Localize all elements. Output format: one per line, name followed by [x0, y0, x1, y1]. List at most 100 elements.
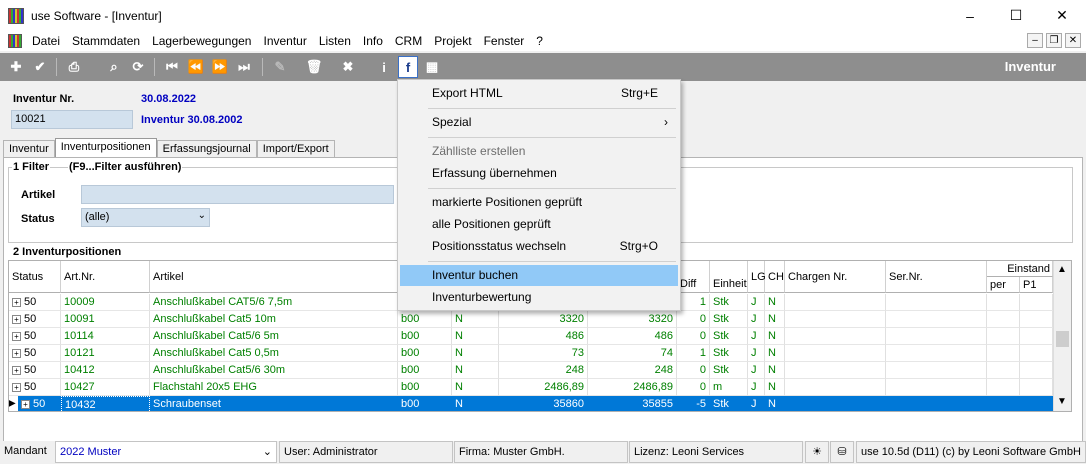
menu-inventur[interactable]: Inventur: [257, 31, 312, 51]
sun-icon[interactable]: ☀: [805, 441, 829, 463]
last-record-icon[interactable]: ⏭: [234, 57, 254, 77]
menu-projekt[interactable]: Projekt: [428, 31, 477, 51]
filter-section-title: 1 Filter: [12, 161, 51, 173]
network-icon[interactable]: ⛁: [830, 441, 854, 463]
edit-icon[interactable]: ✎: [270, 57, 290, 77]
menu-item-positionsstatus[interactable]: Positionsstatus wechseln Strg+O: [400, 236, 678, 257]
menu-item-erfassung-uebernehmen[interactable]: Erfassung übernehmen: [400, 163, 678, 184]
app-icon: [8, 7, 24, 24]
grid-menu-icon[interactable]: ▦: [422, 57, 442, 77]
inventory-number-label: Inventur Nr.: [13, 93, 75, 105]
menu-item-export-html[interactable]: Export HTML Strg+E: [400, 83, 678, 104]
status-label: Status: [21, 213, 55, 225]
table-row[interactable]: +50 10114 Anschlußkabel Cat5/6 5m b00 N …: [9, 328, 1053, 345]
col-artikel[interactable]: Artikel: [150, 261, 398, 293]
prev-record-icon[interactable]: ⏪: [186, 57, 206, 77]
expand-icon[interactable]: +: [12, 365, 21, 375]
mandant-select[interactable]: 2022 Muster ⌄: [55, 441, 277, 463]
col-diff[interactable]: Diff: [677, 261, 710, 293]
functions-icon[interactable]: f: [398, 56, 418, 78]
menu-item-inventurbewertung[interactable]: Inventurbewertung: [400, 287, 678, 308]
status-select-value: (alle): [85, 211, 110, 223]
menu-stammdaten[interactable]: Stammdaten: [66, 31, 146, 51]
menu-datei[interactable]: Datei: [26, 31, 66, 51]
col-status[interactable]: Status: [9, 261, 61, 293]
menu-item-zaehlliste: Zählliste erstellen: [432, 144, 526, 158]
first-record-icon[interactable]: ⏮: [162, 57, 182, 77]
maximize-button[interactable]: ☐: [993, 0, 1039, 31]
toolbar: ✚ ✔ ⎙ ⌕ ⟳ ⏮ ⏪ ⏩ ⏭ ✎ 🗑 ✖ i f ▦ Inventur: [0, 53, 1086, 81]
tab-strip: Inventur Inventurpositionen Erfassungsjo…: [3, 138, 335, 159]
chevron-right-icon: ›: [664, 115, 668, 129]
artikel-input[interactable]: [81, 185, 394, 204]
close-button[interactable]: ✕: [1039, 0, 1085, 31]
next-record-icon[interactable]: ⏩: [210, 57, 230, 77]
menu-info[interactable]: Info: [357, 31, 389, 51]
expand-icon[interactable]: +: [21, 399, 30, 409]
scroll-up-icon[interactable]: ▲: [1057, 264, 1067, 275]
col-einstand[interactable]: Einstand: [987, 261, 1053, 277]
expand-icon[interactable]: +: [12, 297, 21, 307]
menu-bar: Datei Stammdaten Lagerbewegungen Inventu…: [0, 31, 1086, 51]
search-icon[interactable]: ⌕: [104, 57, 124, 77]
scroll-thumb[interactable]: [1056, 331, 1069, 347]
toolbar-title: Inventur: [1004, 59, 1056, 74]
functions-dropdown-menu: Export HTML Strg+E Spezial › Zählliste ers…: [397, 79, 681, 311]
col-p1[interactable]: P1: [1020, 277, 1053, 293]
user-status: User: Administrator: [279, 441, 453, 463]
chevron-down-icon: ⌄: [262, 446, 272, 458]
menu-fenster[interactable]: Fenster: [478, 31, 531, 51]
title-bar: use Software - [Inventur] – ☐ ✕: [0, 0, 1086, 31]
menu-listen[interactable]: Listen: [313, 31, 357, 51]
add-icon[interactable]: ✚: [6, 57, 26, 77]
info-icon[interactable]: i: [374, 57, 394, 77]
vertical-scrollbar[interactable]: ▲ ▼: [1053, 261, 1071, 411]
menu-item-spezial[interactable]: Spezial ›: [400, 112, 678, 133]
table-row[interactable]: +50 10121 Anschlußkabel Cat5 0,5m b00 N …: [9, 345, 1053, 362]
mandant-value: 2022 Muster: [60, 446, 122, 458]
table-row[interactable]: +50 10427 Flachstahl 20x5 EHG b00 N 2486…: [9, 379, 1053, 396]
menu-crm[interactable]: CRM: [389, 31, 428, 51]
mdi-minimize-button[interactable]: –: [1027, 33, 1043, 48]
lizenz-status: Lizenz: Leoni Services: [629, 441, 803, 463]
col-per[interactable]: per: [987, 277, 1020, 293]
window-title: use Software - [Inventur]: [31, 8, 162, 23]
table-row[interactable]: +50 10091 Anschlußkabel Cat5 10m b00 N 3…: [9, 311, 1053, 328]
col-chargen[interactable]: Chargen Nr.: [785, 261, 886, 293]
expand-icon[interactable]: +: [12, 382, 21, 392]
mdi-close-button[interactable]: ✕: [1065, 33, 1081, 48]
check-icon[interactable]: ✔: [30, 57, 50, 77]
col-einheit[interactable]: Einheit: [710, 261, 748, 293]
positions-section-title: 2 Inventurpositionen: [12, 246, 123, 258]
col-sernr[interactable]: Ser.Nr.: [886, 261, 987, 293]
expand-icon[interactable]: +: [12, 348, 21, 358]
menu-item-inventur-buchen[interactable]: Inventur buchen: [400, 265, 678, 286]
table-row-selected[interactable]: ▶+50 10432 Schraubenset b00 N 35860 3585…: [9, 396, 1053, 411]
inventory-number-field[interactable]: 10021: [11, 110, 133, 129]
inventory-date: 30.08.2022: [141, 93, 197, 105]
table-row[interactable]: +50 10412 Anschlußkabel Cat5/6 30m b00 N…: [9, 362, 1053, 379]
menu-lagerbewegungen[interactable]: Lagerbewegungen: [146, 31, 257, 51]
filter-hint: (F9...Filter ausführen): [68, 161, 183, 173]
print-icon[interactable]: ⎙: [64, 57, 84, 77]
menu-item-markierte-geprueft[interactable]: markierte Positionen geprüft: [400, 192, 678, 213]
cancel-icon[interactable]: ✖: [338, 57, 358, 77]
version-status: use 10.5d (D11) (c) by Leoni Software Gm…: [856, 441, 1086, 463]
col-lg[interactable]: LG: [748, 261, 766, 293]
expand-icon[interactable]: +: [12, 314, 21, 324]
col-artnr[interactable]: Art.Nr.: [61, 261, 150, 293]
refresh-icon[interactable]: ⟳: [128, 57, 148, 77]
mdi-window-icon[interactable]: [8, 34, 22, 48]
expand-icon[interactable]: +: [12, 331, 21, 341]
tab-inventurpositionen[interactable]: Inventurpositionen: [54, 138, 157, 159]
status-select[interactable]: (alle) ⌄: [81, 208, 210, 227]
minimize-button[interactable]: –: [947, 0, 993, 31]
scroll-down-icon[interactable]: ▼: [1057, 396, 1067, 407]
delete-icon[interactable]: 🗑: [304, 57, 324, 77]
menu-help[interactable]: ?: [530, 31, 549, 51]
artikel-label: Artikel: [21, 189, 56, 201]
chevron-down-icon: ⌄: [197, 210, 206, 221]
col-ch[interactable]: CH: [765, 261, 785, 293]
mdi-restore-button[interactable]: ❐: [1046, 33, 1062, 48]
menu-item-alle-geprueft[interactable]: alle Positionen geprüft: [400, 214, 678, 235]
